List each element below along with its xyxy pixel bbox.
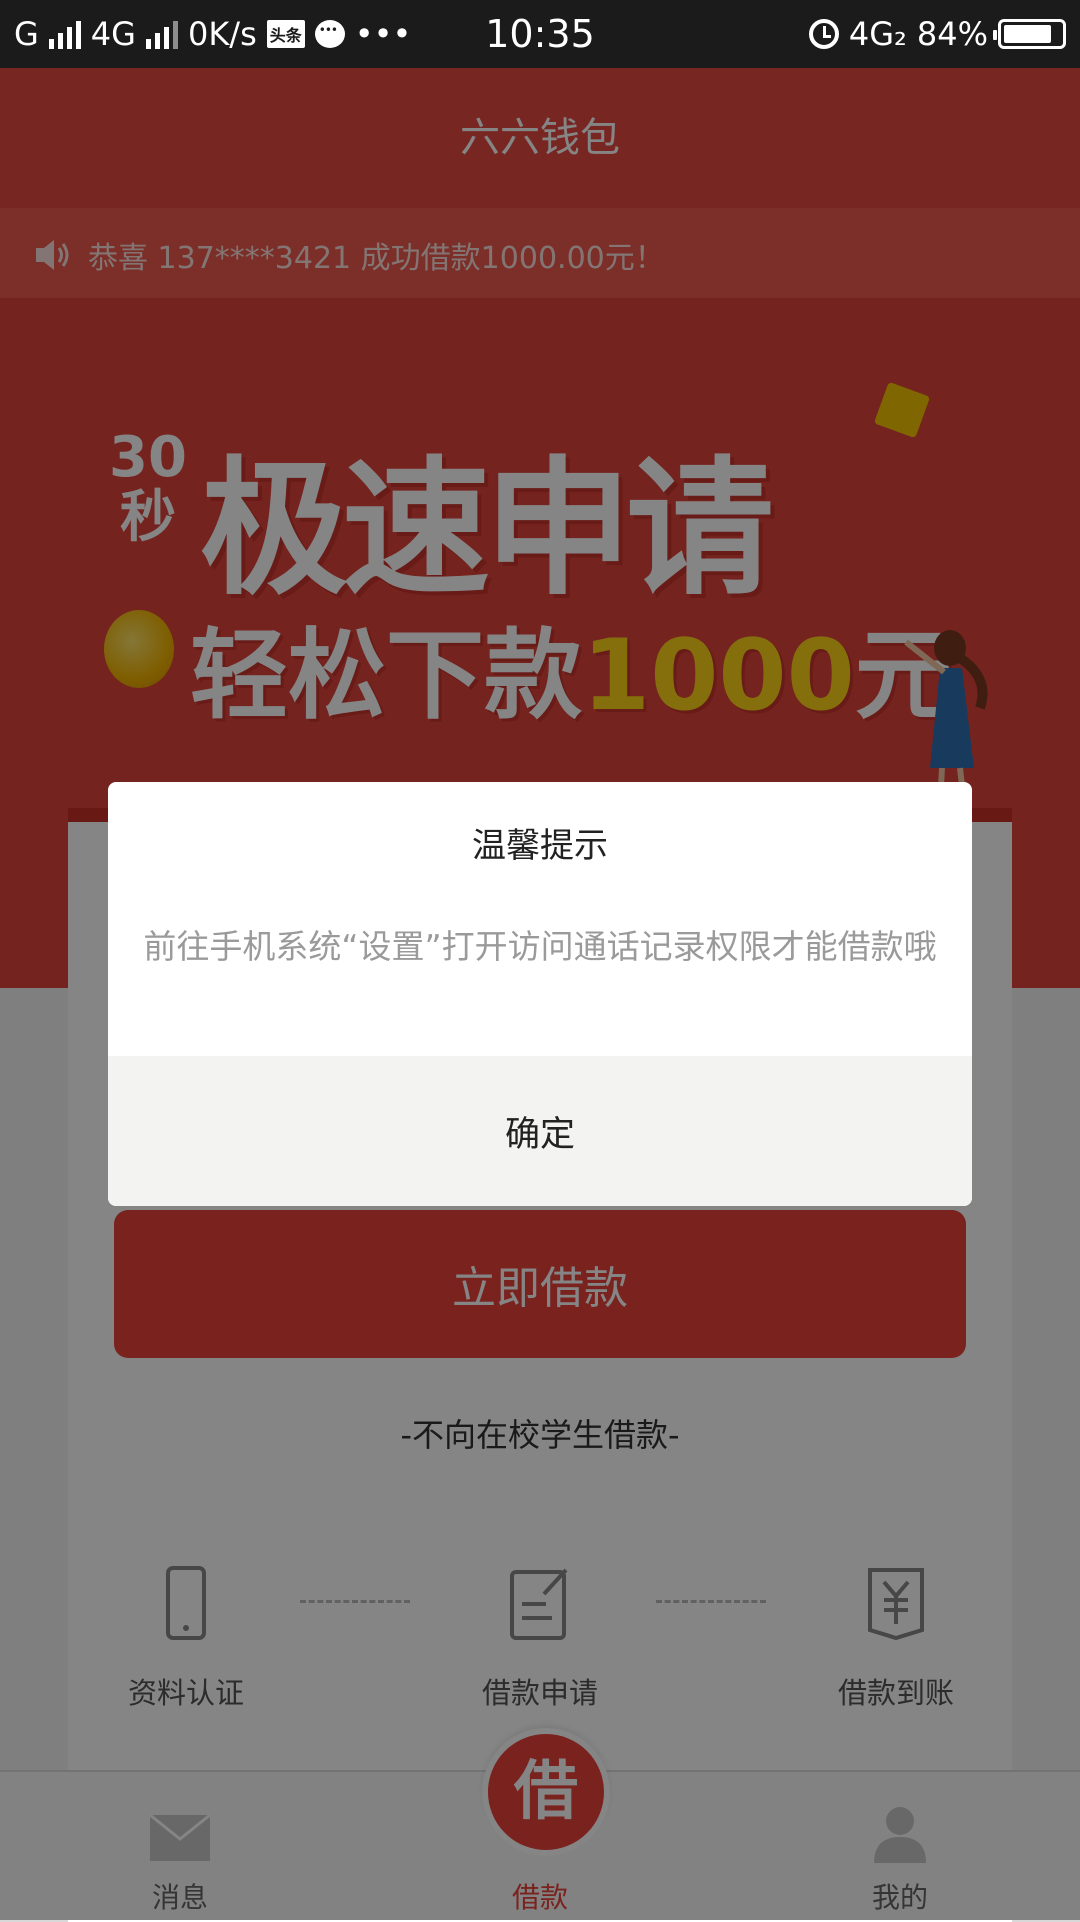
chat-icon <box>314 20 345 48</box>
battery-fill <box>1004 25 1052 43</box>
news-app-icon: 头条 <box>266 20 305 48</box>
dialog-message: 前往手机系统“设置”打开访问通话记录权限才能借款哦 <box>143 927 937 966</box>
battery-icon <box>993 19 1066 49</box>
carrier-2: 4G <box>90 15 136 53</box>
status-bar: G 4G 0K/s 头条 ••• 10:35 4G₂ 84% <box>0 0 1080 68</box>
permission-dialog: 温馨提示 前往手机系统“设置”打开访问通话记录权限才能借款哦 确定 <box>108 782 972 1206</box>
status-left: G 4G 0K/s 头条 ••• <box>14 0 411 68</box>
signal-icon <box>145 19 178 49</box>
status-right: 4G₂ 84% <box>808 0 1066 68</box>
more-icon: ••• <box>354 15 412 53</box>
carrier-1: G <box>14 15 39 53</box>
network-type: 4G₂ <box>848 15 907 53</box>
battery-percent: 84% <box>916 15 988 53</box>
signal-icon <box>48 19 81 49</box>
dialog-title: 温馨提示 <box>472 826 608 866</box>
confirm-button[interactable]: 确定 <box>108 1056 972 1206</box>
net-speed: 0K/s <box>187 15 257 53</box>
alarm-icon <box>808 19 839 49</box>
